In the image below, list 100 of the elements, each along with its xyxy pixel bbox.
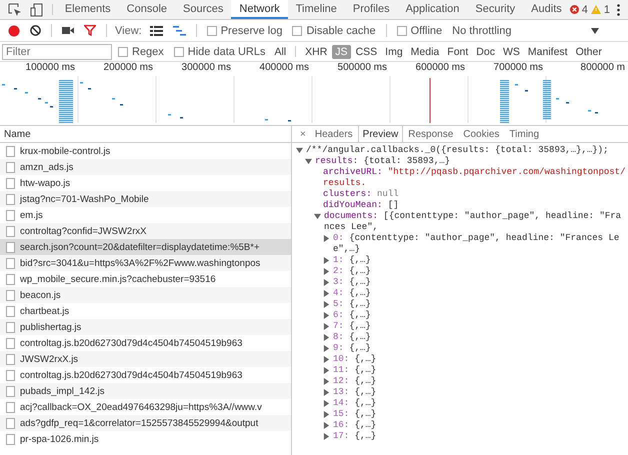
expand-caret-icon[interactable]	[323, 345, 330, 352]
panel-tab[interactable]: Console	[118, 0, 176, 19]
time-tick-label: 500000 ms	[336, 62, 388, 75]
request-row[interactable]: bid?src=3041&u=https%3A%2F%2Fwww.washingtonpos	[0, 255, 291, 271]
expand-caret-icon[interactable]	[323, 290, 330, 297]
tree-line: didYouMean: []	[323, 200, 399, 211]
error-icon	[570, 5, 579, 14]
checkbox[interactable]	[396, 26, 407, 36]
filter-field[interactable]: Filter	[2, 44, 112, 60]
request-row[interactable]: JWSW2rxX.js	[0, 351, 291, 367]
expand-caret-icon[interactable]	[323, 235, 330, 242]
request-name: pubads_impl_142.js	[20, 386, 105, 396]
expand-caret-icon[interactable]	[323, 334, 330, 341]
request-name: beacon.js	[20, 290, 61, 300]
resource-type-filter[interactable]: All	[271, 44, 290, 58]
request-name: controltag.js.b20d62730d79d4c4504b74504519b963	[20, 338, 242, 348]
tree-line: 17: {,…}	[333, 431, 376, 442]
detail-tab[interactable]: Preview	[358, 126, 404, 142]
expand-caret-icon[interactable]	[323, 389, 330, 396]
tree-line: 13: {,…}	[333, 387, 376, 398]
checkbox[interactable]	[118, 46, 128, 56]
request-name: wp_mobile_secure.min.js?cachebuster=93516	[20, 274, 216, 284]
resource-type-filter[interactable]: Img	[382, 44, 406, 58]
request-name: amzn_ads.js	[20, 162, 74, 172]
checkbox[interactable]	[206, 26, 217, 36]
request-row[interactable]: amzn_ads.js	[0, 159, 291, 175]
expand-caret-icon[interactable]	[314, 213, 321, 220]
time-tick-label: 200000 ms	[102, 62, 154, 75]
document-icon	[6, 178, 15, 188]
panel-tab[interactable]: Application	[398, 0, 468, 19]
time-tick-label: 300000 ms	[180, 62, 232, 75]
request-row[interactable]: pubads_impl_142.js	[0, 383, 291, 399]
resource-type-filter[interactable]: WS	[500, 44, 523, 58]
expand-caret-icon[interactable]	[323, 301, 330, 308]
document-icon	[6, 258, 15, 268]
expand-caret-icon[interactable]	[296, 147, 303, 154]
tree-line: clusters: null	[323, 189, 399, 200]
checkbox-option[interactable]: Offline	[392, 24, 446, 36]
expand-caret-icon[interactable]	[323, 323, 330, 330]
tree-line: 1: {,…}	[333, 255, 371, 266]
resource-type-filter[interactable]: Font	[444, 44, 472, 58]
request-row[interactable]: beacon.js	[0, 287, 291, 303]
expand-caret-icon[interactable]	[323, 268, 330, 275]
name-column-header: Name	[4, 128, 31, 140]
request-name: controltag.js.b20d62730d79d4c4504b74504519b963	[20, 370, 242, 380]
resource-type-filter[interactable]: Media	[408, 44, 442, 58]
request-row[interactable]: publishertag.js	[0, 319, 291, 335]
expand-caret-icon[interactable]	[323, 400, 330, 407]
checkbox-option[interactable]: Disable cache	[288, 24, 380, 36]
expand-caret-icon[interactable]	[323, 422, 330, 429]
expand-caret-icon[interactable]	[305, 158, 312, 165]
checkbox-option[interactable]: Preserve log	[202, 24, 286, 36]
tree-line: 2: {,…}	[333, 266, 371, 277]
dropdown-caret-icon	[591, 28, 600, 34]
resource-type-filter[interactable]: Doc	[473, 44, 498, 58]
panel-tab[interactable]: Security	[467, 0, 524, 19]
request-name: search.json?count=20&datefilter=displaydatetime:%5B*+	[20, 242, 260, 252]
panel-tab[interactable]: Elements	[56, 0, 119, 19]
request-name: em.js	[20, 210, 43, 220]
tree-line: documents: [{contenttype: "author_page", headline: "Frances Lee",	[324, 211, 622, 233]
document-icon	[6, 418, 15, 428]
document-icon	[6, 338, 15, 348]
resource-type-filter[interactable]: Other	[572, 44, 605, 58]
expand-caret-icon[interactable]	[323, 411, 330, 418]
expand-caret-icon[interactable]	[323, 356, 330, 363]
panel-tab[interactable]: Audits	[523, 0, 570, 19]
expand-caret-icon[interactable]	[323, 378, 330, 385]
checkbox-option[interactable]: Regex	[114, 46, 168, 58]
expand-caret-icon[interactable]	[323, 367, 330, 374]
time-tick-label: 600000 ms	[414, 62, 466, 75]
tree-line: 16: {,…}	[333, 420, 376, 431]
request-name: publishertag.js	[20, 322, 82, 332]
document-icon	[6, 434, 15, 444]
tree-line: 14: {,…}	[333, 398, 376, 409]
request-name: jstag?nc=701-WashPo_Mobile	[20, 194, 149, 204]
expand-caret-icon[interactable]	[323, 257, 330, 264]
throttling-dropdown[interactable]: No throttling	[448, 24, 604, 36]
document-icon	[6, 322, 15, 332]
panel-tab[interactable]: Network	[231, 0, 288, 19]
panel-tab[interactable]: Profiles	[344, 0, 398, 19]
request-row[interactable]: jstag?nc=701-WashPo_Mobile	[0, 191, 291, 207]
resource-type-filter[interactable]: XHR	[302, 44, 330, 58]
expand-caret-icon[interactable]	[323, 312, 330, 319]
request-row[interactable]: ads?gdfp_req=1&correlator=1525573845529994&output	[0, 415, 291, 431]
expand-caret-icon[interactable]	[323, 433, 330, 440]
document-icon	[6, 274, 15, 284]
expand-caret-icon[interactable]	[323, 279, 330, 286]
request-row[interactable]: search.json?count=20&datefilter=displaydatetime:%5B*+	[0, 239, 291, 255]
panel-tab[interactable]: Sources	[175, 0, 232, 19]
resource-type-filter[interactable]: CSS	[352, 44, 380, 58]
tree-line: archiveURL: "http://pqasb.pqarchiver.com/washingtonpost/results.	[323, 167, 626, 189]
close-button[interactable]: ×	[296, 126, 310, 142]
checkbox[interactable]	[174, 46, 184, 56]
document-icon	[6, 354, 15, 364]
request-name: htw-wapo.js	[20, 178, 70, 188]
resource-type-filter[interactable]: Manifest	[524, 44, 571, 58]
checkbox-option[interactable]: Hide data URLs	[170, 46, 270, 58]
checkbox[interactable]	[292, 26, 302, 36]
panel-tab[interactable]: Timeline	[288, 0, 345, 19]
request-row[interactable]: controltag?confid=JWSW2rxX	[0, 223, 291, 239]
